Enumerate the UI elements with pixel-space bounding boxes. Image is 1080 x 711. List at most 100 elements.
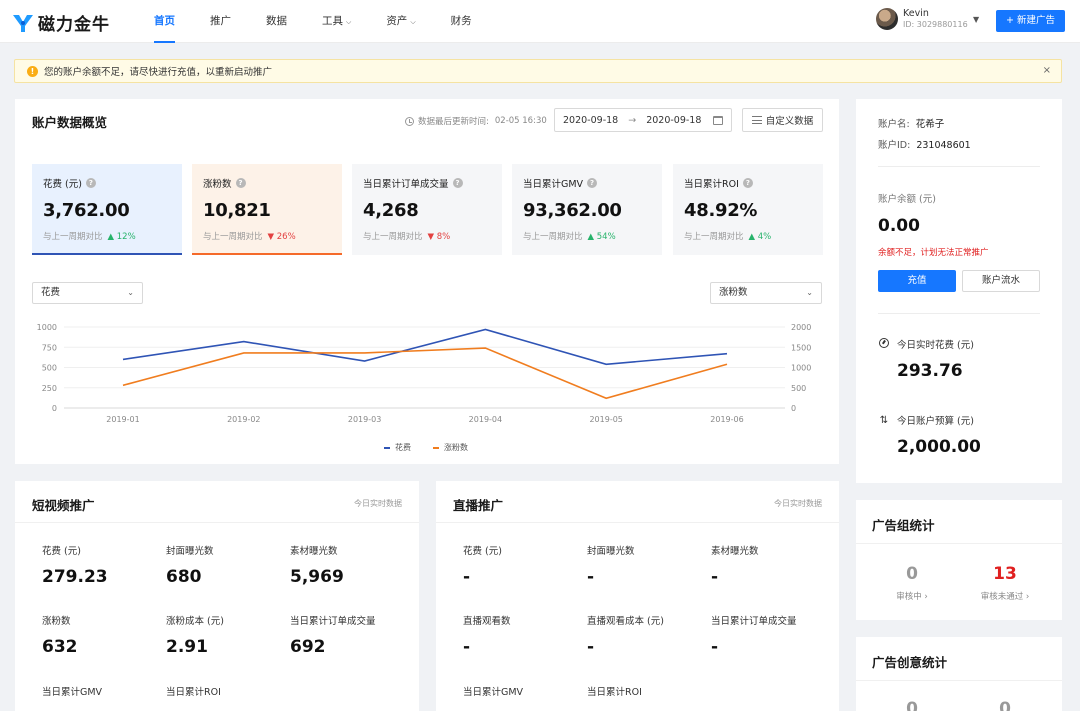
nav-item-1[interactable]: 推广 <box>196 0 245 43</box>
metric-0: 花费 (元) - <box>463 543 502 587</box>
balance-warning: 余额不足，计划无法正常推广 <box>878 248 989 258</box>
kpi-card-1[interactable]: 涨粉数? 10,821 与上一周期对比 ▼ 26% <box>192 164 342 255</box>
realtime-label: 今日实时数据 <box>354 499 402 508</box>
help-icon[interactable]: ? <box>742 178 753 188</box>
logo[interactable]: 磁力金牛 <box>11 10 110 35</box>
metric-5: 当日累计订单成交量 - <box>711 613 797 657</box>
today-spend-label: 今日实时花费 (元) <box>878 337 974 351</box>
right-select-value: 涨粉数 <box>719 287 748 298</box>
rejected-count[interactable]: 13 审核未通过 › <box>965 564 1045 602</box>
nav-item-3[interactable]: 工具 ⌵ <box>308 0 365 43</box>
x-tick: 2019-05 <box>589 415 622 424</box>
nav-item-4[interactable]: 资产 ⌵ <box>372 0 429 43</box>
kpi-card-4[interactable]: 当日累计ROI? 48.92% 与上一周期对比 ▲ 4% <box>673 164 823 255</box>
y-left-tick: 0 <box>52 404 57 413</box>
metric-2: 素材曝光数 5,969 <box>290 543 344 587</box>
nav-item-5[interactable]: 财务 <box>437 0 486 43</box>
metric-label: 素材曝光数 <box>711 546 759 557</box>
metric-4: 直播观看成本 (元) - <box>587 613 664 657</box>
trend-badge: ▼ 8% <box>427 232 451 242</box>
trend-badge: ▲ 4% <box>748 232 772 242</box>
account-name-row: 账户名: 花希子 <box>878 116 944 130</box>
reviewing-count[interactable]: 0 审核中 › <box>872 564 952 602</box>
metric-value: - <box>711 567 719 587</box>
legend-item-1[interactable]: 涨粉数 <box>433 442 468 453</box>
balance-label: 账户余额 (元) <box>878 194 936 205</box>
recharge-button[interactable]: 充值 <box>878 270 956 292</box>
help-icon[interactable]: ? <box>235 178 246 188</box>
metric-label: 花费 (元) <box>463 546 502 557</box>
date-range-picker[interactable]: 2020-09-18 → 2020-09-18 <box>554 108 732 132</box>
kpi-label: 当日累计订单成交量? <box>363 176 463 190</box>
account-card: 账户名: 花希子 账户ID: 231048601 账户余额 (元) 0.00 余额不… <box>856 99 1062 483</box>
custom-data-button[interactable]: 自定义数据 <box>742 108 823 132</box>
date-end[interactable]: 2020-09-18 <box>646 115 701 126</box>
metric-label: 直播观看数 <box>463 616 511 627</box>
reviewing-value: 0 <box>906 564 918 584</box>
help-icon[interactable]: ? <box>587 178 598 188</box>
close-icon[interactable]: × <box>1043 65 1051 76</box>
warning-icon: ! <box>27 65 38 77</box>
top-nav-bar: 磁力金牛 首页 推广 数据 工具 ⌵ 资产 ⌵ 财务 Kevin ID: 3029880116… <box>0 0 1080 43</box>
nav-label: 首页 <box>154 15 175 27</box>
kpi-card-2[interactable]: 当日累计订单成交量? 4,268 与上一周期对比 ▼ 8% <box>352 164 502 255</box>
creative-count-2[interactable]: 0 <box>965 699 1045 711</box>
nav-label: 财务 <box>450 15 472 27</box>
date-start[interactable]: 2020-09-18 <box>563 115 618 126</box>
help-icon[interactable]: ? <box>452 178 463 188</box>
creative-value-1: 0 <box>906 699 918 711</box>
y-left-tick: 500 <box>42 364 57 373</box>
budget-sliders-icon: ⇅ <box>879 414 889 426</box>
metric-7: 当日累计ROI <box>166 684 221 708</box>
divider <box>878 166 1040 167</box>
creative-count-1[interactable]: 0 <box>872 699 952 711</box>
kpi-compare: 与上一周期对比 ▲ 4% <box>684 232 772 242</box>
account-name: 花希子 <box>915 119 945 130</box>
caret-down-icon[interactable]: ▼ <box>973 15 979 24</box>
kpi-value: 48.92% <box>684 200 758 221</box>
legend-item-0[interactable]: 花费 <box>384 442 411 453</box>
nav-label: 资产 <box>386 15 408 27</box>
chevron-down-icon: ⌄ <box>806 288 813 297</box>
nav-item-2[interactable]: 数据 <box>252 0 301 43</box>
custom-data-label: 自定义数据 <box>765 116 814 127</box>
avatar[interactable] <box>876 8 898 30</box>
reviewing-label[interactable]: 审核中 › <box>872 590 952 602</box>
help-icon[interactable]: ? <box>85 178 96 188</box>
budget-value: 2,000.00 <box>897 437 981 457</box>
right-metric-select[interactable]: 涨粉数 ⌄ <box>710 282 822 304</box>
nav-label: 推广 <box>210 15 231 27</box>
metric-0: 花费 (元) 279.23 <box>42 543 108 587</box>
metric-label: 当日累计GMV <box>42 687 103 698</box>
y-right-tick: 2000 <box>791 323 811 332</box>
kpi-card-3[interactable]: 当日累计GMV? 93,362.00 与上一周期对比 ▲ 54% <box>512 164 662 255</box>
metric-value: 2.91 <box>166 637 208 657</box>
budget-label: ⇅ 今日账户预算 (元) <box>879 414 974 428</box>
metric-5: 当日累计订单成交量 692 <box>290 613 376 657</box>
y-right-tick: 1500 <box>791 343 811 352</box>
account-flow-button[interactable]: 账户流水 <box>962 270 1040 292</box>
legend-swatch <box>433 446 439 449</box>
metric-value: - <box>587 567 595 587</box>
user-menu[interactable]: Kevin ID: 3029880116 ▼ <box>876 8 979 30</box>
user-name: Kevin <box>903 8 929 19</box>
metric-value: 279.23 <box>42 567 108 587</box>
live-title: 直播推广 <box>453 498 504 513</box>
series-line-1 <box>122 347 728 400</box>
metric-1: 封面曝光数 - <box>587 543 635 587</box>
ad-group-title: 广告组统计 <box>872 518 935 533</box>
metric-7: 当日累计ROI <box>587 684 642 708</box>
kpi-label: 当日累计GMV? <box>523 176 598 190</box>
realtime-label: 今日实时数据 <box>774 499 822 508</box>
y-left-tick: 250 <box>42 384 57 393</box>
calendar-icon[interactable] <box>713 116 723 125</box>
metric-4: 涨粉成本 (元) 2.91 <box>166 613 224 657</box>
trend-badge: ▼ 26% <box>267 232 296 242</box>
left-metric-select[interactable]: 花费 ⌄ <box>32 282 143 304</box>
nav-item-0[interactable]: 首页 <box>140 0 189 43</box>
rejected-label[interactable]: 审核未通过 › <box>965 590 1045 602</box>
kpi-card-0[interactable]: 花费 (元)? 3,762.00 与上一周期对比 ▲ 12% <box>32 164 182 255</box>
live-card: 直播推广 今日实时数据 花费 (元) - 封面曝光数 - 素材曝光数 - 直播观看数 - 直播观… <box>436 481 839 711</box>
new-ad-button[interactable]: + 新建广告 <box>996 10 1065 32</box>
kpi-label: 花费 (元)? <box>43 176 96 190</box>
